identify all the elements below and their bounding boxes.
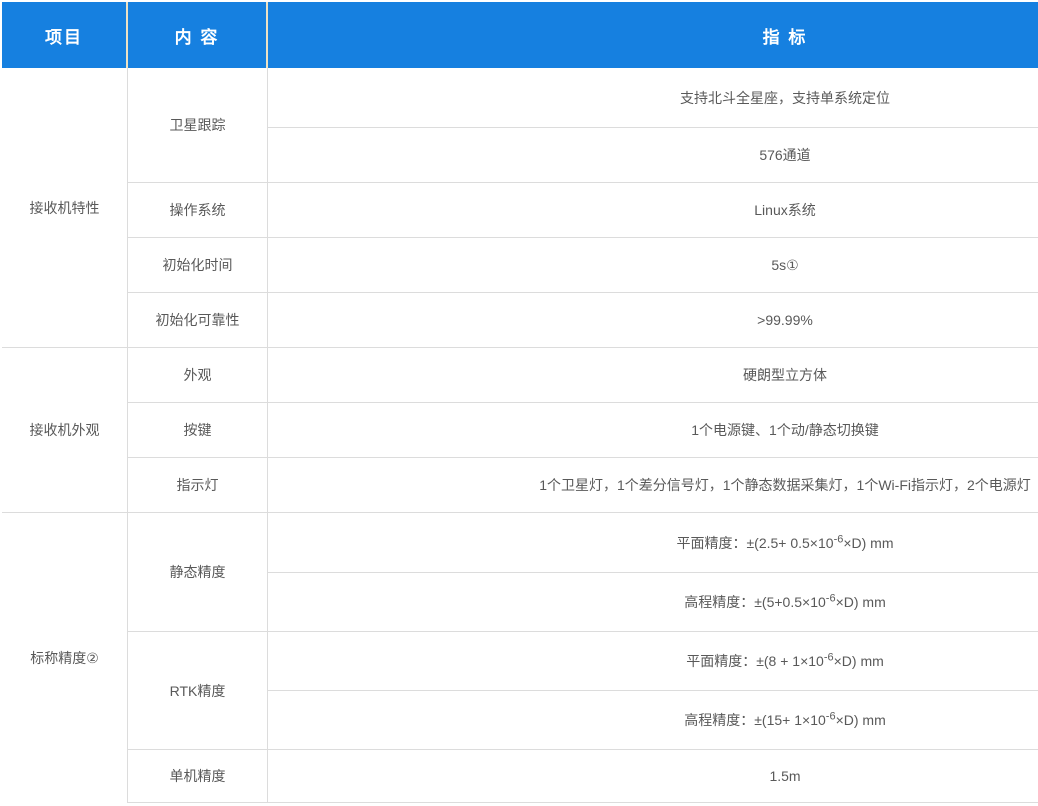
spec-table: 项目 内 容 指 标 接收机特性 卫星跟踪 支持北斗全星座，支持单系统定位 57… — [2, 2, 1038, 803]
indicator-cell: 1个卫星灯，1个差分信号灯，1个静态数据采集灯，1个Wi-Fi指示灯，2个电源灯 — [268, 458, 1038, 513]
formula-text: 平面精度：±(8 + 1×10 — [686, 653, 824, 669]
formula-text: 高程精度：±(15+ 1×10 — [684, 712, 826, 728]
superscript: -6 — [834, 533, 844, 545]
superscript: -6 — [826, 710, 836, 722]
column-header-indicator: 指 标 — [268, 2, 1038, 68]
content-cell-init-time: 初始化时间 — [128, 238, 268, 293]
formula-text: ×D) mm — [836, 712, 886, 728]
indicator-cell: 平面精度：±(2.5+ 0.5×10-6×D) mm — [268, 513, 1038, 573]
formula-text: ×D) mm — [843, 535, 893, 551]
content-cell-buttons: 按键 — [128, 403, 268, 458]
formula-text: 平面精度：±(2.5+ 0.5×10 — [676, 535, 833, 551]
group-label-receiver-features: 接收机特性 — [2, 68, 128, 348]
formula-text: ×D) mm — [836, 594, 886, 610]
table-row: 接收机外观 外观 硬朗型立方体 — [2, 348, 1038, 403]
table-row: 指示灯 1个卫星灯，1个差分信号灯，1个静态数据采集灯，1个Wi-Fi指示灯，2… — [2, 458, 1038, 513]
indicator-cell: 1.5m — [268, 750, 1038, 803]
indicator-cell: 平面精度：±(8 + 1×10-6×D) mm — [268, 632, 1038, 691]
indicator-cell: 支持北斗全星座，支持单系统定位 — [268, 68, 1038, 128]
content-cell-rtk-accuracy: RTK精度 — [128, 632, 268, 750]
content-cell-init-reliability: 初始化可靠性 — [128, 293, 268, 348]
table-body: 接收机特性 卫星跟踪 支持北斗全星座，支持单系统定位 576通道 操作系统 Li… — [2, 68, 1038, 803]
group-label-receiver-appearance: 接收机外观 — [2, 348, 128, 513]
table-row: 按键 1个电源键、1个动/静态切换键 — [2, 403, 1038, 458]
table-header: 项目 内 容 指 标 — [2, 2, 1038, 68]
column-header-content: 内 容 — [128, 2, 268, 68]
table-row: RTK精度 平面精度：±(8 + 1×10-6×D) mm — [2, 632, 1038, 691]
superscript: -6 — [826, 592, 836, 604]
indicator-cell: 高程精度：±(15+ 1×10-6×D) mm — [268, 691, 1038, 750]
content-cell-static-accuracy: 静态精度 — [128, 513, 268, 632]
table-row: 接收机特性 卫星跟踪 支持北斗全星座，支持单系统定位 — [2, 68, 1038, 128]
superscript: -6 — [824, 651, 834, 663]
indicator-cell: 5s① — [268, 238, 1038, 293]
indicator-cell: 高程精度：±(5+0.5×10-6×D) mm — [268, 573, 1038, 632]
table-row: 标称精度② 静态精度 平面精度：±(2.5+ 0.5×10-6×D) mm — [2, 513, 1038, 573]
content-cell-appearance: 外观 — [128, 348, 268, 403]
table-row: 初始化可靠性 >99.99% — [2, 293, 1038, 348]
indicator-cell: 硬朗型立方体 — [268, 348, 1038, 403]
content-cell-standalone-accuracy: 单机精度 — [128, 750, 268, 803]
indicator-cell: 1个电源键、1个动/静态切换键 — [268, 403, 1038, 458]
indicator-cell: 576通道 — [268, 128, 1038, 183]
content-cell-satellite-tracking: 卫星跟踪 — [128, 68, 268, 183]
table-row: 初始化时间 5s① — [2, 238, 1038, 293]
content-cell-indicator-lights: 指示灯 — [128, 458, 268, 513]
header-row: 项目 内 容 指 标 — [2, 2, 1038, 68]
table-row: 单机精度 1.5m — [2, 750, 1038, 803]
table-row: 操作系统 Linux系统 — [2, 183, 1038, 238]
content-cell-operating-system: 操作系统 — [128, 183, 268, 238]
group-label-nominal-accuracy: 标称精度② — [2, 513, 128, 803]
column-header-item: 项目 — [2, 2, 128, 68]
spec-page: 项目 内 容 指 标 接收机特性 卫星跟踪 支持北斗全星座，支持单系统定位 57… — [0, 0, 1038, 806]
formula-text: 高程精度：±(5+0.5×10 — [684, 594, 826, 610]
formula-text: ×D) mm — [834, 653, 884, 669]
indicator-cell: >99.99% — [268, 293, 1038, 348]
indicator-cell: Linux系统 — [268, 183, 1038, 238]
